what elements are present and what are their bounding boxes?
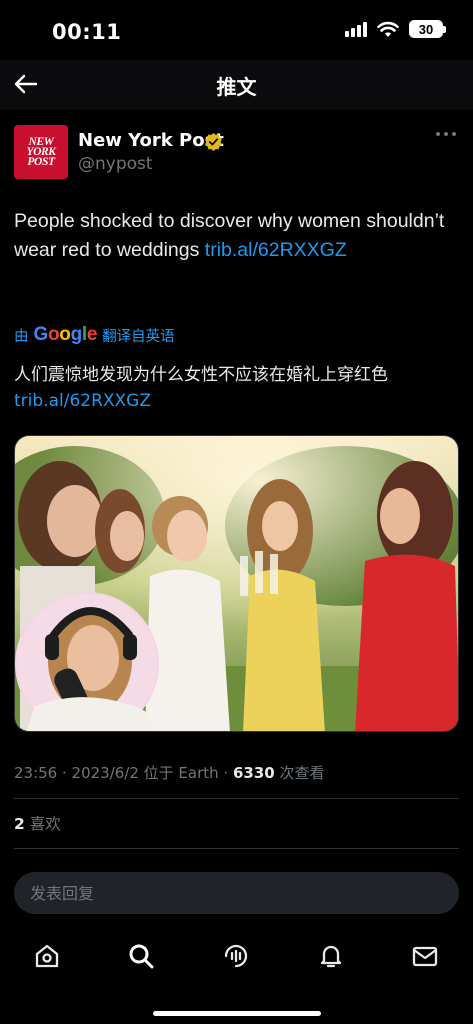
tweet-timestamp: 23:56 · 2023/6/2 位于 Earth · [14,764,233,782]
page-title: 推文 [216,75,257,99]
avatar-logo-line-3: POST [27,156,55,168]
home-icon [35,944,59,968]
spaces-icon [224,944,248,968]
top-nav-bar: 推文 [0,60,473,110]
google-logo: Google [33,324,98,345]
tweet-link[interactable]: trib.al/62RXXGZ [205,239,347,261]
views-count: 6330 [232,764,275,782]
battery-icon: 30 [409,20,446,38]
likes-count: 2 [14,815,25,833]
tweet-meta: 23:56 · 2023/6/2 位于 Earth · 6330 次查看 [14,762,325,783]
notifications-icon [320,945,342,968]
home-indicator[interactable] [153,1011,321,1016]
translate-prefix: 由 [14,328,29,345]
divider [14,798,459,799]
tab-search[interactable] [121,936,161,976]
verified-badge-icon [205,132,222,151]
wedding-photo [15,436,458,731]
reply-input[interactable] [30,872,430,914]
translation-attribution[interactable]: 由 Google 翻译自英语 [14,322,175,348]
translate-suffix: 翻译自英语 [102,328,175,345]
tweet-text: People shocked to discover why women sho… [14,207,459,265]
likes-label: 喜欢 [24,815,61,833]
bottom-tab-bar [0,926,473,1024]
status-icons: 30 [345,20,446,38]
likes-row[interactable]: 2 喜欢 [14,812,61,834]
translated-link[interactable]: trib.al/62RXXGZ [14,391,151,411]
tweet-header: NEW YORK POST New York Post @nypost [14,125,459,181]
tab-notifications[interactable] [311,936,351,976]
wifi-icon [377,21,399,37]
messages-icon [412,946,438,967]
tab-messages[interactable] [405,936,445,976]
reply-bar [14,872,459,914]
battery-level: 30 [418,21,434,37]
more-options-icon[interactable] [435,129,457,139]
tweet-media-image[interactable] [14,435,459,732]
translated-text: 人们震惊地发现为什么女性不应该在婚礼上穿红色 trib.al/62RXXGZ [14,362,459,414]
status-bar: 00:11 30 [0,0,473,60]
translated-text-body: 人们震惊地发现为什么女性不应该在婚礼上穿红色 [14,365,388,385]
status-time: 00:11 [52,20,122,44]
avatar[interactable]: NEW YORK POST [14,125,68,179]
views-label: 次查看 [274,764,325,782]
author-name[interactable]: New York Post [78,130,224,151]
tab-spaces[interactable] [216,936,256,976]
cellular-signal-icon [345,21,367,37]
search-icon [129,944,154,969]
divider [14,848,459,849]
author-handle[interactable]: @nypost [78,154,153,174]
tab-home[interactable] [27,936,67,976]
